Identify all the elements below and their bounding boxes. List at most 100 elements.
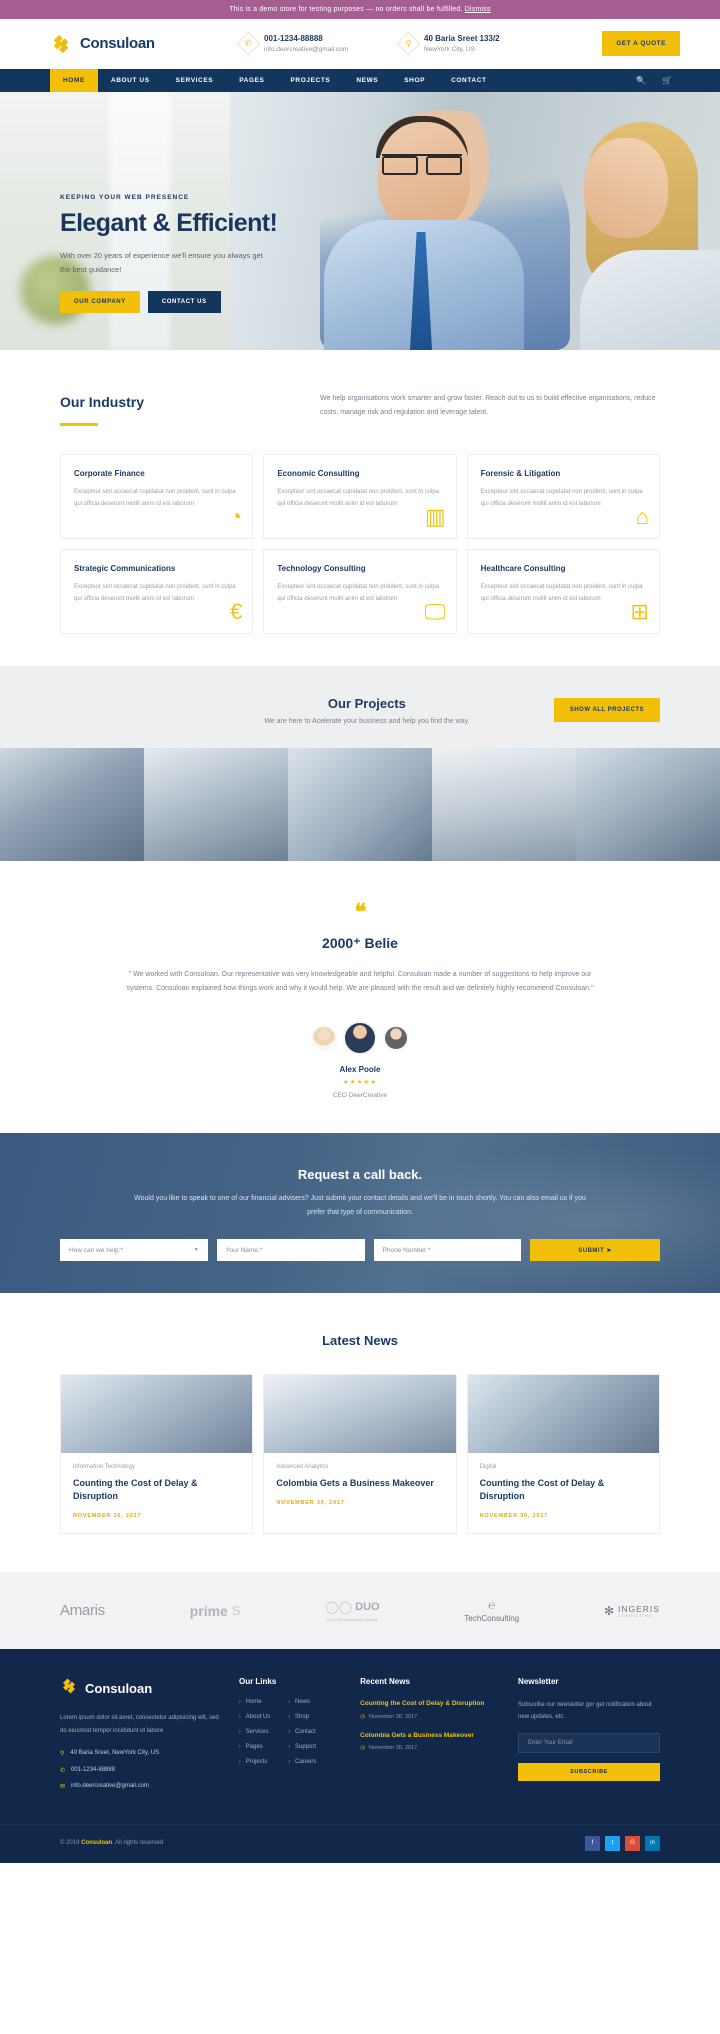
industry-card[interactable]: Strategic Communications Excepteur sint …: [60, 548, 254, 634]
project-thumb-2[interactable]: [144, 747, 288, 861]
footer-link-shop[interactable]: › Shop: [288, 1714, 316, 1720]
nav-item-home[interactable]: HOME: [50, 69, 98, 92]
projects-section: Our Projects We are here to Acelerate yo…: [0, 665, 720, 861]
client-name: INGERIS: [618, 1603, 660, 1614]
brand-logo[interactable]: Consuloan: [40, 33, 240, 55]
footer-link-about-us[interactable]: › About Us: [239, 1714, 270, 1720]
nav-item-contact[interactable]: CONTACT: [438, 69, 500, 92]
industry-card[interactable]: Economic Consulting Excepteur sint occae…: [263, 453, 457, 539]
news-image-2: [264, 1375, 456, 1454]
nav-item-projects[interactable]: PROJECTS: [278, 69, 344, 92]
news-date: NOVEMBER 30, 2017: [276, 1500, 345, 1507]
cart-icon[interactable]: 🛒: [662, 76, 672, 85]
footer-brand-name: Consuloan: [85, 1681, 153, 1697]
industry-card-title: Strategic Communications: [74, 563, 176, 573]
chevron-right-icon: ›: [238, 1759, 241, 1766]
testimonial-title: 2000⁺ Belie: [322, 934, 398, 951]
avatar[interactable]: [311, 1024, 337, 1051]
linkedin-icon[interactable]: in: [645, 1835, 660, 1851]
phone-input[interactable]: Phone Number:*: [373, 1239, 522, 1262]
industry-card[interactable]: Healthcare Consulting Excepteur sint occ…: [466, 548, 660, 634]
industry-title: Our Industry: [60, 394, 145, 410]
footer-link-careers[interactable]: › Careers: [288, 1759, 316, 1765]
title-underline: [60, 423, 98, 426]
industry-section: Our Industry We help organisations work …: [0, 350, 720, 666]
contact-us-button[interactable]: CONTACT US: [147, 290, 221, 313]
client-subtitle: A CIGNEX Datamatics Company: [326, 1617, 378, 1622]
news-headline: Counting the Cost of Delay & Disruption: [479, 1478, 605, 1502]
industry-card[interactable]: Forensic & Litigation Excepteur sint occ…: [466, 453, 660, 539]
industry-card-body: Excepteur sint occaecat cupidatat non pr…: [74, 583, 236, 602]
twitter-icon[interactable]: t: [605, 1835, 620, 1851]
name-input[interactable]: Your Name:*: [216, 1239, 365, 1262]
submit-button[interactable]: SUBMIT ➤: [530, 1239, 660, 1262]
news-card[interactable]: Information Technology Counting the Cost…: [60, 1374, 254, 1535]
footer-contact-phone: ✆ 001-1234-88888: [60, 1767, 223, 1775]
monitor-icon: 🖵: [424, 598, 446, 624]
industry-card-body: Excepteur sint occaecat cupidatat non pr…: [74, 488, 236, 507]
footer-brand[interactable]: Consuloan: [60, 1677, 223, 1700]
footer-recent-date: November 30, 2017: [368, 1745, 418, 1752]
footer-bottom-bar: © 2019 Consuloan. All rights reserved f …: [0, 1823, 720, 1863]
project-thumb-1[interactable]: [0, 747, 144, 861]
nav-item-shop[interactable]: SHOP: [391, 69, 438, 92]
footer-recent-title: Recent News: [360, 1677, 410, 1687]
facebook-icon[interactable]: f: [585, 1835, 600, 1851]
social-links: f t G in: [585, 1835, 660, 1851]
news-headline: Colombia Gets a Business Makeover: [276, 1478, 434, 1489]
help-select[interactable]: How can we help:* ▼: [60, 1239, 208, 1262]
footer-link-pages[interactable]: › Pages: [239, 1744, 270, 1750]
news-card[interactable]: Digital Counting the Cost of Delay & Dis…: [466, 1374, 660, 1535]
footer-recent-item[interactable]: Counting the Cost of Delay & Disruption …: [360, 1699, 502, 1719]
testimonial-author-role: CEO DeerCreative: [332, 1091, 388, 1099]
footer-links-title: Our Links: [238, 1677, 277, 1687]
chevron-right-icon: ›: [238, 1714, 241, 1721]
dismiss-link[interactable]: Dismiss: [465, 6, 491, 13]
project-thumb-3[interactable]: [288, 747, 432, 861]
news-card[interactable]: Advanced Analytics Colombia Gets a Busin…: [263, 1374, 457, 1535]
callback-title: Request a call back.: [297, 1166, 423, 1182]
get-a-quote-button[interactable]: GET A QUOTE: [602, 31, 680, 56]
demo-notice-text: This is a demo store for testing purpose…: [229, 6, 463, 13]
project-thumb-4[interactable]: [432, 747, 576, 861]
our-company-button[interactable]: OUR COMPANY: [60, 290, 140, 313]
nav-item-news[interactable]: NEWS: [343, 69, 391, 92]
callback-subtitle: Would you like to speak to one of our fi…: [134, 1194, 586, 1216]
footer-link-home[interactable]: › Home: [239, 1699, 270, 1705]
industry-card[interactable]: Technology Consulting Excepteur sint occ…: [263, 548, 457, 634]
footer-link-projects[interactable]: › Projects: [239, 1759, 270, 1765]
search-icon[interactable]: 🔍: [636, 76, 646, 85]
nav-item-services[interactable]: SERVICES: [163, 69, 227, 92]
footer-link-news[interactable]: › News: [288, 1699, 316, 1705]
avatar[interactable]: [343, 1020, 377, 1055]
nav-item-about-us[interactable]: ABOUT US: [98, 69, 163, 92]
site-footer: Consuloan Lorem ipsum dolor sit amet, co…: [0, 1649, 720, 1863]
footer-link-services[interactable]: › Services: [239, 1729, 270, 1735]
client-logo-duo: ◯◯ DUO A CIGNEX Datamatics Company: [325, 1600, 379, 1622]
site-header: Consuloan ✆ 001-1234-88888 info.deercrea…: [0, 19, 720, 69]
chevron-right-icon: ›: [288, 1699, 290, 1706]
news-date: NOVEMBER 30, 2017: [479, 1513, 548, 1520]
footer-link-contact[interactable]: › Contact: [288, 1729, 316, 1735]
industry-description: We help organisations work smarter and g…: [320, 395, 656, 416]
nav-item-pages[interactable]: PAGES: [226, 69, 277, 92]
project-thumb-5[interactable]: [576, 747, 720, 861]
industry-card[interactable]: Corporate Finance Excepteur sint occaeca…: [60, 453, 254, 539]
industry-card-body: Excepteur sint occaecat cupidatat non pr…: [480, 488, 643, 507]
show-all-projects-button[interactable]: SHOW ALL PROJECTS: [553, 698, 660, 722]
hero-banner: KEEPING YOUR WEB PRESENCE Elegant & Effi…: [0, 92, 720, 350]
chevron-right-icon: ›: [288, 1714, 290, 1721]
star-rating-icon: ★★★★★: [342, 1078, 378, 1086]
chevron-right-icon: ›: [238, 1729, 241, 1736]
footer-recent-item[interactable]: Colombia Gets a Business Makeover ◷ Novem…: [360, 1731, 502, 1751]
prime-mark-icon: S: [231, 1603, 241, 1619]
chevron-down-icon: ▼: [193, 1247, 199, 1254]
newsletter-email-input[interactable]: Enter Your Email: [518, 1733, 660, 1754]
google-plus-icon[interactable]: G: [625, 1835, 640, 1851]
subscribe-button[interactable]: SUBSCRIBE: [518, 1763, 660, 1782]
tech-mark-icon: ℮: [488, 1598, 496, 1613]
footer-link-support[interactable]: › Support: [288, 1744, 316, 1750]
hero-eyebrow: KEEPING YOUR WEB PRESENCE: [60, 194, 190, 201]
avatar[interactable]: [383, 1024, 409, 1051]
footer-contact-text: 40 Baria Sreet, NewYork City, US: [70, 1750, 160, 1757]
